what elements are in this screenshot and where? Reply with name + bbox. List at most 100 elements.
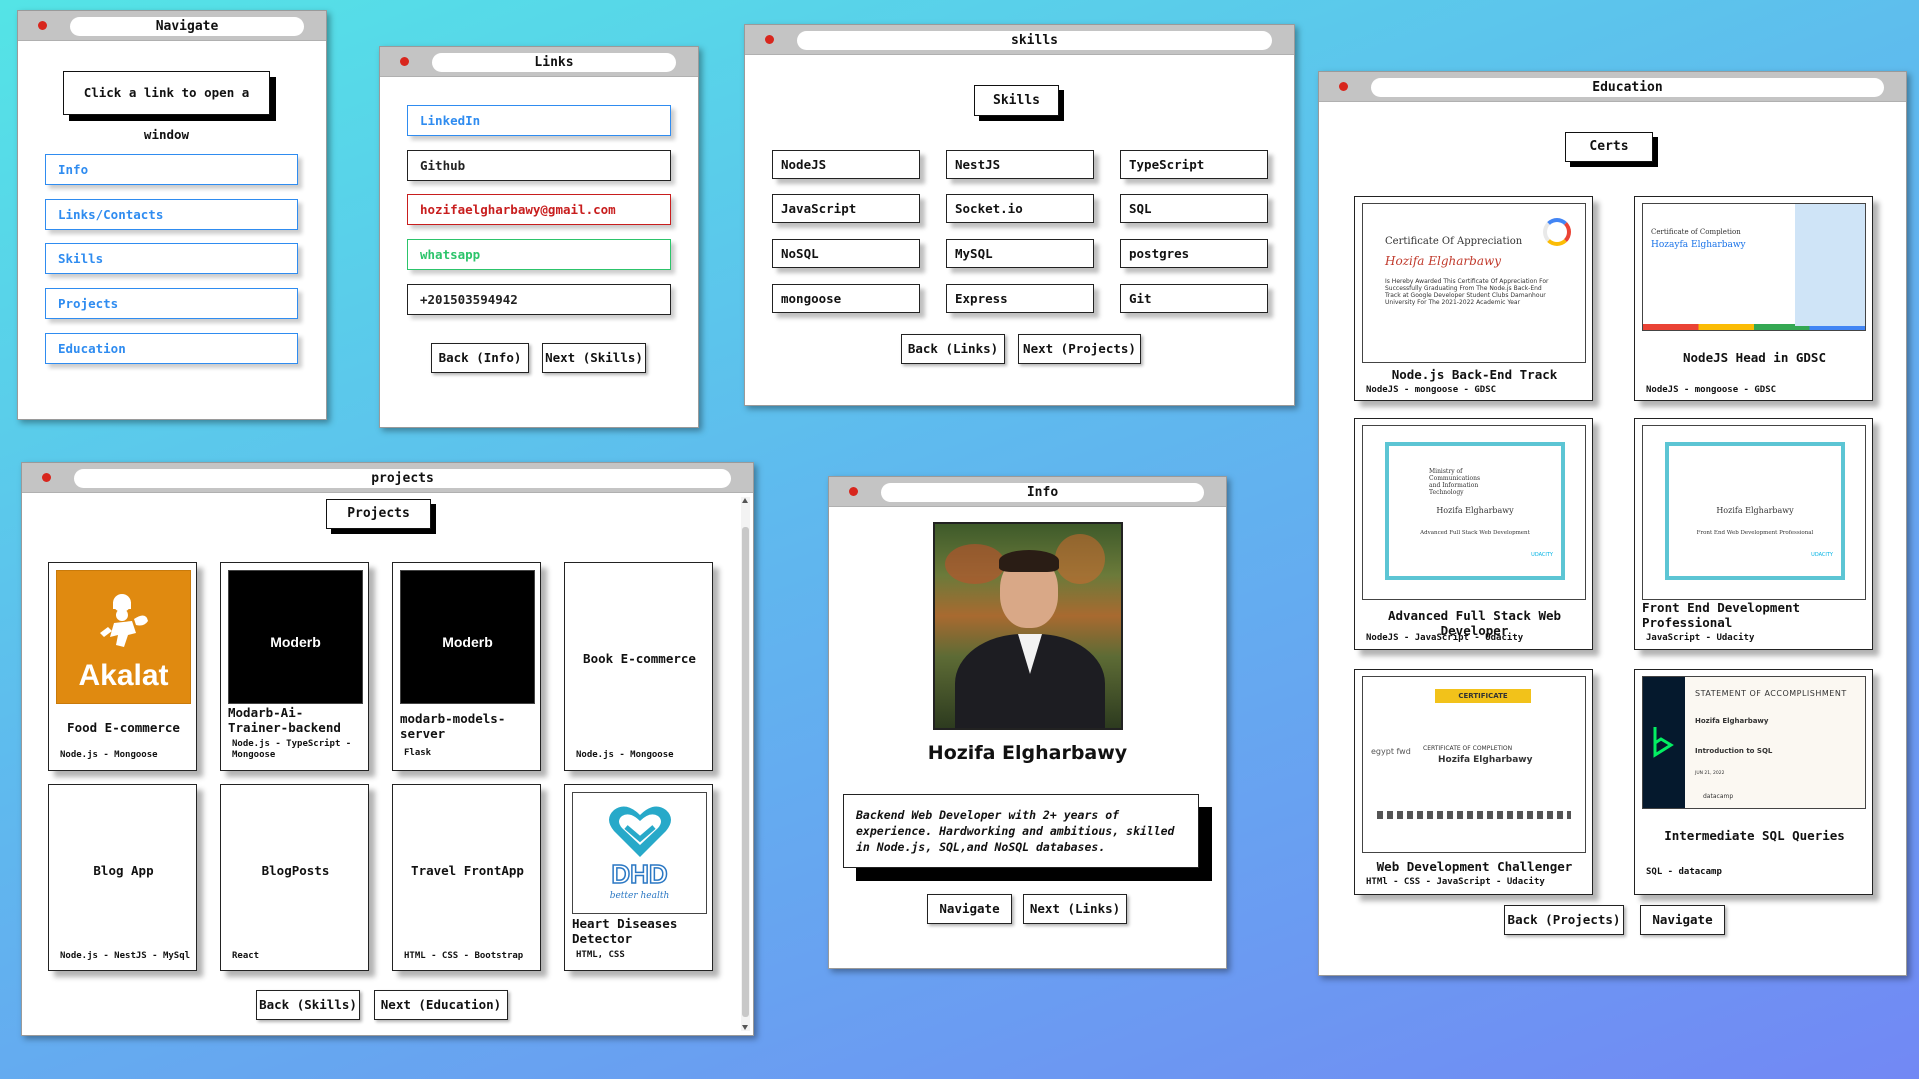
- info-window: Info Hozifa Elgharbawy Backend Web Devel…: [828, 476, 1227, 969]
- skill-item: NestJS: [946, 150, 1094, 179]
- project-title: Heart Diseases Detector: [572, 916, 678, 946]
- next-education-button[interactable]: Next (Education): [374, 990, 508, 1020]
- dhd-tagline: better health: [609, 891, 670, 901]
- project-card[interactable]: Book E-commerce Node.js - Mongoose: [564, 562, 713, 771]
- project-card[interactable]: Travel FrontApp HTML - CSS - Bootstrap: [392, 784, 541, 971]
- close-dot-icon[interactable]: [1339, 82, 1348, 91]
- project-stack: Node.js - TypeScript - Mongoose: [232, 739, 352, 760]
- moderb-thumbnail: Moderb: [400, 570, 535, 704]
- cert-course: Introduction to SQL: [1695, 747, 1773, 755]
- next-links-button[interactable]: Next (Links): [1023, 894, 1127, 924]
- close-dot-icon[interactable]: [765, 35, 774, 44]
- back-projects-button[interactable]: Back (Projects): [1504, 905, 1624, 935]
- project-card[interactable]: Blog App Node.js - NestJS - MySql: [48, 784, 197, 971]
- cert-subtitle: HTMl - CSS - JavaScript - Udacity: [1366, 877, 1545, 887]
- cert-card[interactable]: CERTIFICATE egypt fwd CERTIFICATE OF COM…: [1354, 669, 1593, 895]
- links-window: Links LinkedIn Github hozifaelgharbawy@g…: [379, 46, 699, 428]
- scrollbar[interactable]: [741, 497, 750, 1031]
- cert-subtitle: JavaScript - Udacity: [1646, 633, 1755, 643]
- window-title: Links: [432, 53, 676, 72]
- navigate-button[interactable]: Navigate: [927, 894, 1012, 924]
- chef-icon: [100, 594, 148, 647]
- email-link[interactable]: hozifaelgharbawy@gmail.com: [407, 194, 671, 225]
- cert-panel: [1795, 204, 1865, 326]
- project-title: Travel FrontApp: [411, 863, 524, 878]
- cert-course: Front End Web Development Professional: [1696, 530, 1814, 536]
- cert-recipient: Hozifa Elgharbawy: [1385, 254, 1502, 268]
- cert-card[interactable]: Ministry of Communications and Informati…: [1354, 418, 1593, 650]
- instruction-banner: Click a link to open a window: [63, 71, 270, 142]
- cert-issuer: Ministry of Communications and Informati…: [1429, 468, 1481, 496]
- cert-subtitle: NodeJS - mongoose - GDSC: [1646, 385, 1777, 395]
- scrollbar-thumb[interactable]: [742, 527, 749, 1017]
- skill-item: mongoose: [772, 284, 920, 313]
- whatsapp-link[interactable]: whatsapp: [407, 239, 671, 270]
- skill-item: TypeScript: [1120, 150, 1268, 179]
- cert-partner: egypt fwd: [1371, 747, 1411, 756]
- links-titlebar[interactable]: Links: [380, 47, 698, 77]
- skills-titlebar[interactable]: skills: [745, 25, 1294, 55]
- github-link[interactable]: Github: [407, 150, 671, 181]
- phone-link[interactable]: +201503594942: [407, 284, 671, 315]
- project-card[interactable]: BlogPosts React: [220, 784, 369, 971]
- close-dot-icon[interactable]: [400, 57, 409, 66]
- project-title: Food E-commerce: [67, 720, 180, 735]
- nav-link-info[interactable]: Info: [45, 154, 298, 185]
- skill-item: postgres: [1120, 239, 1268, 268]
- window-title: Info: [881, 483, 1204, 502]
- scroll-down-icon[interactable]: [742, 1025, 748, 1030]
- project-stack: Node.js - NestJS - MySql: [60, 951, 191, 961]
- udacity-logo-text: UDACITY: [1811, 552, 1833, 558]
- project-card[interactable]: DHD better health Heart Diseases Detecto…: [564, 784, 713, 971]
- nav-link-projects[interactable]: Projects: [45, 288, 298, 319]
- moderb-thumbnail: Moderb: [228, 570, 363, 704]
- education-titlebar[interactable]: Education: [1319, 72, 1906, 102]
- next-skills-button[interactable]: Next (Skills): [542, 343, 646, 373]
- dhd-thumbnail: DHD better health: [572, 792, 707, 914]
- nav-link-skills[interactable]: Skills: [45, 243, 298, 274]
- project-card[interactable]: Akalat Food E-commerce Node.js - Mongoos…: [48, 562, 197, 771]
- cert-title: NodeJS Head in GDSC: [1683, 350, 1826, 365]
- close-dot-icon[interactable]: [42, 473, 51, 482]
- project-stack: HTML - CSS - Bootstrap: [404, 951, 524, 961]
- skill-item: NoSQL: [772, 239, 920, 268]
- back-links-button[interactable]: Back (Links): [901, 334, 1005, 364]
- next-projects-button[interactable]: Next (Projects): [1018, 334, 1141, 364]
- project-title: Modarb-Ai-Trainer-backend: [228, 705, 341, 735]
- close-dot-icon[interactable]: [38, 21, 47, 30]
- nav-link-links-contacts[interactable]: Links/Contacts: [45, 199, 298, 230]
- close-dot-icon[interactable]: [849, 487, 858, 496]
- datacamp-logo-icon: [1653, 727, 1674, 758]
- skill-item: Socket.io: [946, 194, 1094, 223]
- nav-link-education[interactable]: Education: [45, 333, 298, 364]
- cert-frame: Hozifa Elgharbawy Front End Web Developm…: [1665, 442, 1845, 580]
- skill-item: NodeJS: [772, 150, 920, 179]
- navigate-titlebar[interactable]: Navigate: [18, 11, 326, 41]
- scroll-up-icon[interactable]: [742, 498, 748, 503]
- cert-card[interactable]: Certificate Of Appreciation Hozifa Elgha…: [1354, 196, 1593, 401]
- project-card[interactable]: Moderb Modarb-Ai-Trainer-backend Node.js…: [220, 562, 369, 771]
- back-skills-button[interactable]: Back (Skills): [256, 990, 360, 1020]
- photo-foliage: [1055, 534, 1105, 584]
- profile-photo: [933, 522, 1123, 730]
- cert-ribbon: CERTIFICATE: [1435, 689, 1531, 703]
- project-stack: Flask: [404, 748, 432, 758]
- profile-name: Hozifa Elgharbawy: [927, 742, 1128, 764]
- projects-titlebar[interactable]: projects: [22, 463, 753, 493]
- projects-window: projects Projects Akalat Food E-commerce…: [21, 462, 754, 1036]
- cert-card[interactable]: Hozifa Elgharbawy Front End Web Developm…: [1634, 418, 1873, 650]
- cert-image: Hozifa Elgharbawy Front End Web Developm…: [1642, 425, 1866, 600]
- cert-ribbon-text: CERTIFICATE: [1458, 692, 1508, 700]
- project-card[interactable]: Moderb modarb-models-server Flask: [392, 562, 541, 771]
- cert-body: Is Hereby Awarded This Certificate Of Ap…: [1385, 278, 1549, 306]
- project-stack: Node.js - Mongoose: [576, 750, 674, 760]
- back-info-button[interactable]: Back (Info): [431, 343, 529, 373]
- cert-card[interactable]: STATEMENT OF ACCOMPLISHMENT Hozifa Elgha…: [1634, 669, 1873, 895]
- navigate-window: Navigate Click a link to open a window I…: [17, 10, 327, 420]
- linkedin-link[interactable]: LinkedIn: [407, 105, 671, 136]
- navigate-button[interactable]: Navigate: [1640, 905, 1725, 935]
- cert-title: Front End Development Professional: [1642, 600, 1801, 630]
- cert-card[interactable]: Certificate of Completion Hozayfa Elghar…: [1634, 196, 1873, 401]
- skill-item: Express: [946, 284, 1094, 313]
- info-titlebar[interactable]: Info: [829, 477, 1226, 507]
